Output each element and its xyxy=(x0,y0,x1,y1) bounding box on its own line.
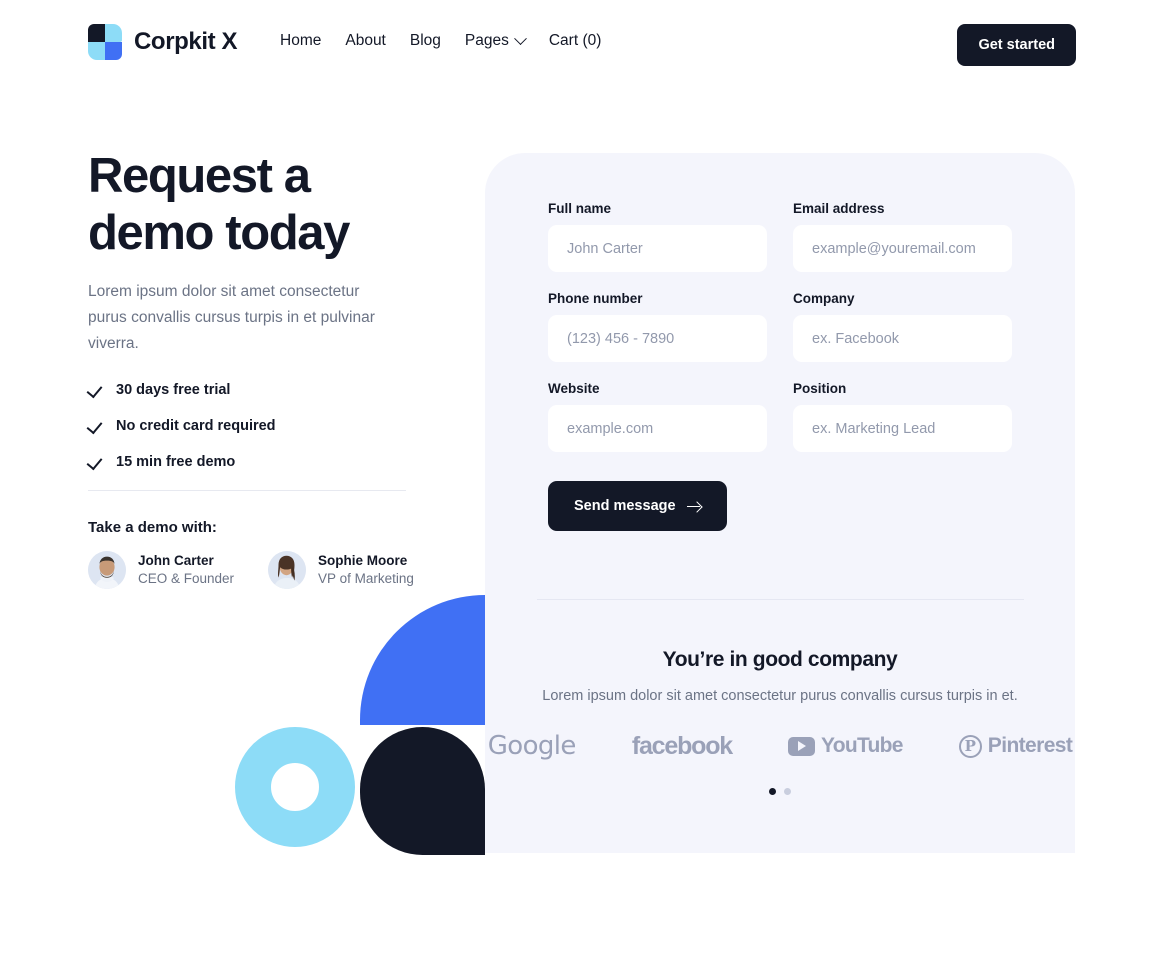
field-website: Website xyxy=(548,381,767,452)
logo-quadrant-top-left xyxy=(88,24,105,42)
nav-link-blog[interactable]: Blog xyxy=(409,32,442,50)
field-position: Position xyxy=(793,381,1012,452)
logo-quadrant-bottom-left xyxy=(88,42,105,60)
take-a-demo-with-title: Take a demo with: xyxy=(88,519,217,536)
youtube-play-icon xyxy=(787,736,815,756)
person-info: John Carter CEO & Founder xyxy=(138,552,234,588)
check-icon xyxy=(88,455,103,470)
field-phone-number: Phone number xyxy=(548,291,767,362)
section-divider xyxy=(88,490,406,491)
list-item[interactable]: Sophie Moore VP of Marketing xyxy=(268,551,414,589)
nav-link-about-label: About xyxy=(345,32,386,49)
position-input[interactable] xyxy=(793,405,1012,452)
nav-links: Home About Blog Pages Cart (0) xyxy=(279,31,603,50)
person-name: John Carter xyxy=(138,553,214,568)
nav-link-about[interactable]: About xyxy=(344,32,387,50)
youtube-logo: YouTube xyxy=(787,734,904,758)
get-started-button[interactable]: Get started xyxy=(957,24,1076,66)
website-input[interactable] xyxy=(548,405,767,452)
feature-list: 30 days free trial No credit card requir… xyxy=(88,382,418,470)
list-item: No credit card required xyxy=(88,418,418,434)
person-role: VP of Marketing xyxy=(318,571,414,586)
check-icon xyxy=(88,419,103,434)
nav-link-pages[interactable]: Pages xyxy=(464,31,527,50)
brand-name: Corpkit X xyxy=(134,28,238,55)
logo-quadrant-bottom-right xyxy=(105,42,122,60)
person-info: Sophie Moore VP of Marketing xyxy=(318,552,414,588)
demo-request-form: Full name Email address Phone number Com… xyxy=(548,201,1012,531)
avatar xyxy=(88,551,126,589)
hero-left-column: Request a demo today Lorem ipsum dolor s… xyxy=(88,148,418,589)
slider-dot-1[interactable] xyxy=(769,788,776,795)
field-full-name: Full name xyxy=(548,201,767,272)
brand-logo[interactable]: Corpkit X xyxy=(88,24,237,60)
company-input[interactable] xyxy=(793,315,1012,362)
hero-title-line-1: Request a xyxy=(88,149,311,203)
person-name: Sophie Moore xyxy=(318,553,408,568)
google-logo: Google xyxy=(487,731,577,761)
check-icon xyxy=(88,383,103,398)
field-label: Phone number xyxy=(548,291,643,306)
feature-label: 30 days free trial xyxy=(116,382,231,398)
field-label: Full name xyxy=(548,201,612,216)
field-label: Company xyxy=(793,291,855,306)
hero-title-line-2: demo today xyxy=(88,206,350,260)
navbar: Corpkit X Home About Blog Pages Cart (0)… xyxy=(0,0,1167,86)
good-company-title: You’re in good company xyxy=(662,648,898,671)
logo-quadrant-top-right xyxy=(105,24,122,42)
cyan-ring-shape xyxy=(235,727,355,847)
form-fields-grid: Full name Email address Phone number Com… xyxy=(548,201,1012,452)
field-label: Website xyxy=(548,381,600,396)
nav-link-home[interactable]: Home xyxy=(279,32,322,50)
nav-link-cart-label: Cart (0) xyxy=(548,32,602,49)
panel-divider xyxy=(537,599,1024,600)
brand-logos-row: Google facebook YouTube P Pinterest xyxy=(485,731,1075,761)
demo-people-list: John Carter CEO & Founder Sophie Moore V… xyxy=(88,551,418,589)
email-input[interactable] xyxy=(793,225,1012,272)
blue-quarter-circle-shape xyxy=(360,595,485,725)
pinterest-p-icon: P xyxy=(958,734,982,758)
send-message-label: Send message xyxy=(574,498,676,514)
list-item: 15 min free demo xyxy=(88,454,418,470)
demo-request-panel: Full name Email address Phone number Com… xyxy=(485,153,1075,853)
nav-link-pages-label: Pages xyxy=(464,32,509,49)
feature-label: No credit card required xyxy=(116,418,276,434)
list-item: 30 days free trial xyxy=(88,382,418,398)
good-company-section: You’re in good company Lorem ipsum dolor… xyxy=(485,648,1075,795)
person-role: CEO & Founder xyxy=(138,571,235,586)
arrow-right-icon xyxy=(686,501,701,512)
field-company: Company xyxy=(793,291,1012,362)
feature-label: 15 min free demo xyxy=(116,454,236,470)
slider-dot-2[interactable] xyxy=(784,788,791,795)
facebook-logo: facebook xyxy=(631,731,733,760)
chevron-down-icon xyxy=(513,31,527,45)
slider-dots xyxy=(485,788,1075,795)
hero-subtitle: Lorem ipsum dolor sit amet consectetur p… xyxy=(88,283,375,352)
field-email-address: Email address xyxy=(793,201,1012,272)
nav-link-home-label: Home xyxy=(280,32,322,49)
full-name-input[interactable] xyxy=(548,225,767,272)
list-item[interactable]: John Carter CEO & Founder xyxy=(88,551,234,589)
dark-teardrop-shape xyxy=(360,727,485,855)
youtube-logo-text: YouTube xyxy=(820,734,904,757)
nav-link-blog-label: Blog xyxy=(409,32,441,49)
corpkit-logo-icon xyxy=(88,24,122,60)
send-message-button[interactable]: Send message xyxy=(548,481,727,531)
pinterest-logo-text: Pinterest xyxy=(987,734,1073,757)
field-label: Position xyxy=(793,381,847,396)
page-title: Request a demo today xyxy=(88,148,418,262)
good-company-subtitle: Lorem ipsum dolor sit amet consectetur p… xyxy=(542,688,1018,704)
pinterest-logo: P Pinterest xyxy=(958,734,1073,758)
page-root: Corpkit X Home About Blog Pages Cart (0)… xyxy=(0,0,1167,978)
field-label: Email address xyxy=(793,201,885,216)
avatar xyxy=(268,551,307,589)
nav-link-cart[interactable]: Cart (0) xyxy=(548,32,603,50)
phone-input[interactable] xyxy=(548,315,767,362)
